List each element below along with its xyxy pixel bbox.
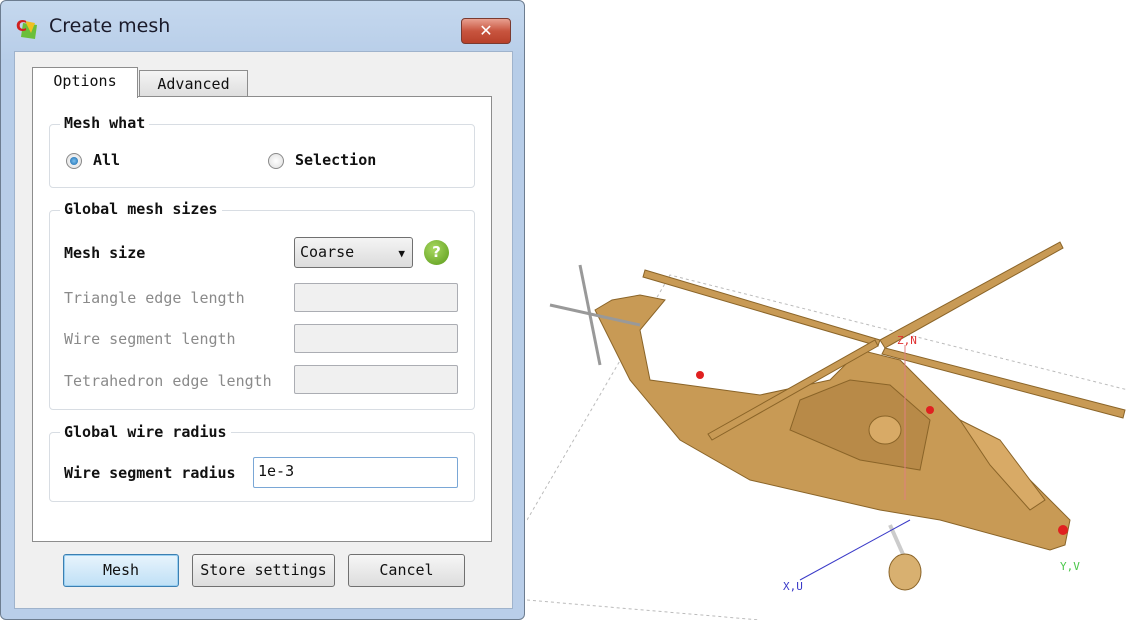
tab-options[interactable]: Options [32,67,138,98]
tetrahedron-edge-length-label: Tetrahedron edge length [64,372,272,390]
wire-segment-radius-label: Wire segment radius [64,464,236,482]
store-settings-button[interactable]: Store settings [192,554,335,587]
global-mesh-sizes-legend: Global mesh sizes [60,200,222,218]
cancel-button[interactable]: Cancel [348,554,465,587]
radio-selection[interactable] [268,153,284,169]
radio-selection-label[interactable]: Selection [295,151,376,169]
axis-x-label: X,U [783,580,803,593]
helicopter-model [549,241,1126,591]
triangle-edge-length-input[interactable] [294,283,458,312]
mesh-size-value: Coarse [300,243,355,261]
mesh-button[interactable]: Mesh [63,554,179,587]
wire-segment-radius-input[interactable]: 1e-3 [253,457,458,488]
wire-segment-length-label: Wire segment length [64,330,236,348]
close-icon: ✕ [479,21,493,40]
app-icon: C [16,17,37,39]
mesh-size-select[interactable]: Coarse ▼ [294,237,413,268]
wire-segment-length-input[interactable] [294,324,458,353]
svg-text:C: C [16,17,27,35]
radio-all-label[interactable]: All [93,151,120,169]
global-wire-radius-legend: Global wire radius [60,423,231,441]
axis-z-label: Z,N [897,334,917,347]
model-viewer[interactable]: X,U Y,V Z,N [527,0,1128,620]
radio-all[interactable] [66,153,82,169]
mesh-size-label: Mesh size [64,244,146,262]
mesh-what-legend: Mesh what [60,114,150,132]
close-button[interactable]: ✕ [461,18,511,44]
help-icon[interactable]: ? [424,240,449,265]
chevron-down-icon: ▼ [398,247,405,260]
tab-advanced[interactable]: Advanced [139,70,248,99]
tetrahedron-edge-length-input[interactable] [294,365,458,394]
triangle-edge-length-label: Triangle edge length [64,289,245,307]
dialog-title: Create mesh [49,15,171,37]
axis-y-label: Y,V [1060,560,1080,573]
